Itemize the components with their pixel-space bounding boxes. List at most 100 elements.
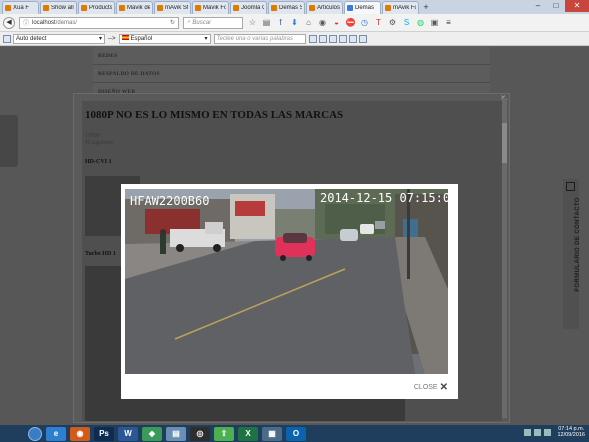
- menu-icon[interactable]: ≡: [443, 17, 454, 28]
- star-icon[interactable]: ☆: [247, 17, 258, 28]
- article-text-line: El siguiente: [85, 140, 114, 146]
- translate-logo-icon: [3, 34, 11, 43]
- image-lightbox: HFAW2200B60 2014-12-15 07:15:06 CLOSE ✕: [121, 184, 458, 399]
- spain-flag-icon: [121, 35, 129, 40]
- tray-volume-icon[interactable]: [534, 428, 542, 436]
- scrollbar-thumb[interactable]: [502, 123, 507, 163]
- close-icon: ✕: [439, 382, 448, 393]
- tab-label: Products: [89, 5, 112, 11]
- close-toolbar-icon[interactable]: [358, 34, 367, 43]
- chat-icon[interactable]: ◉: [317, 17, 328, 28]
- favicon-icon: [5, 5, 11, 11]
- windows-taskbar: e ◉ Ps W ◆ ▤ ◎ ⇧ X ▦ O 07:14 p.m. 12/09/2016: [0, 425, 589, 442]
- photoshop-icon[interactable]: Ps: [94, 426, 114, 441]
- url-path: /demas/: [55, 19, 78, 26]
- gear-icon[interactable]: ⚙: [387, 17, 398, 28]
- chevron-down-icon: ▾: [98, 36, 102, 42]
- favicon-icon: [81, 5, 87, 11]
- browser-tab[interactable]: Mavik For: [192, 1, 229, 14]
- notepad-icon[interactable]: ▤: [166, 426, 186, 441]
- clock-date: 12/09/2016: [557, 432, 585, 438]
- menu-item[interactable]: REDES: [93, 47, 490, 65]
- target-language-value: Español: [130, 36, 153, 42]
- browser-tab[interactable]: Joomla G: [230, 1, 267, 14]
- browser-tab[interactable]: Xua F: [2, 1, 39, 14]
- favicon-icon: [385, 5, 391, 11]
- source-language-select[interactable]: Auto detect ▾: [13, 33, 105, 44]
- reading-list-icon[interactable]: ▤: [261, 17, 272, 28]
- direction-arrow: -->: [108, 35, 116, 42]
- browser-tab[interactable]: Demas: [344, 1, 381, 14]
- osd-timestamp: 2014-12-15 07:15:06: [320, 191, 448, 205]
- upload-icon[interactable]: ⇧: [214, 426, 234, 441]
- new-tab-button[interactable]: +: [420, 2, 432, 14]
- tab-label: Show all: [51, 5, 74, 11]
- tab-label: Xua F: [13, 5, 30, 11]
- whatsapp-icon[interactable]: ◍: [415, 17, 426, 28]
- url-bar[interactable]: ⓘ localhost /demas/ ↻: [19, 16, 179, 29]
- favicon-icon: [309, 5, 315, 11]
- app-icon[interactable]: ◆: [142, 426, 162, 441]
- article-subheading: Turbo HD 1: [85, 251, 116, 257]
- skype-icon[interactable]: S: [401, 17, 412, 28]
- calendar-icon[interactable]: ▦: [262, 426, 282, 441]
- abp-icon[interactable]: ⛔: [345, 17, 356, 28]
- favicon-icon: [157, 5, 163, 11]
- tab-label: mAvik St: [165, 5, 188, 11]
- download-icon[interactable]: ⬇: [289, 17, 300, 28]
- contact-form-tab[interactable]: FORMULARIO DE CONTACTO: [563, 179, 581, 329]
- lightbox-close-button[interactable]: CLOSE ✕: [414, 382, 448, 393]
- maximize-icon[interactable]: □: [547, 0, 565, 12]
- reload-icon[interactable]: ↻: [170, 19, 175, 26]
- browser-tab[interactable]: Articulos: [306, 1, 343, 14]
- tab-label: Mavik del: [127, 5, 150, 11]
- facebook-tab[interactable]: facebook: [0, 115, 18, 199]
- menu-item[interactable]: RESPALDO DE DATOS: [93, 65, 490, 83]
- article-scrollbar[interactable]: [502, 98, 507, 418]
- system-tray: 07:14 p.m. 12/09/2016: [524, 426, 585, 438]
- street-scene-image: HFAW2200B60 2014-12-15 07:15:06: [125, 189, 448, 374]
- translate-page-icon[interactable]: [318, 34, 327, 43]
- info-icon[interactable]: ⓘ: [23, 18, 29, 27]
- speak-icon[interactable]: [328, 34, 337, 43]
- copy-icon[interactable]: [338, 34, 347, 43]
- word-icon[interactable]: W: [118, 426, 138, 441]
- dictionary-icon[interactable]: [308, 34, 317, 43]
- close-window-icon[interactable]: ✕: [565, 0, 589, 12]
- search-input[interactable]: ⌕ Buscar: [183, 16, 243, 29]
- ie-icon[interactable]: e: [46, 426, 66, 441]
- back-button[interactable]: ◀: [3, 16, 15, 29]
- options-icon[interactable]: [348, 34, 357, 43]
- browser-tab[interactable]: mAvik St: [154, 1, 191, 14]
- outlook-icon[interactable]: O: [286, 426, 306, 441]
- translate-input[interactable]: Teclee una o varias palabras: [213, 33, 306, 44]
- system-clock[interactable]: 07:14 p.m. 12/09/2016: [557, 426, 585, 438]
- tray-flag-icon[interactable]: [544, 428, 552, 436]
- browser-tab[interactable]: mAvik Fo: [382, 1, 419, 14]
- start-button[interactable]: [28, 426, 42, 441]
- minimize-icon[interactable]: –: [529, 0, 547, 12]
- screenshot-icon[interactable]: ▣: [429, 17, 440, 28]
- edit-icon: [566, 182, 575, 191]
- tray-network-icon[interactable]: [524, 428, 532, 436]
- pocket-icon[interactable]: ◒: [331, 17, 342, 28]
- firefox-icon[interactable]: ◉: [70, 426, 90, 441]
- browser-tab[interactable]: Mavik del: [116, 1, 153, 14]
- article-text-line: 1080P: [85, 133, 101, 139]
- browser-tab[interactable]: Demas S: [268, 1, 305, 14]
- favicon-icon: [43, 5, 49, 11]
- clock-icon[interactable]: ◷: [359, 17, 370, 28]
- osd-camera-label: HFAW2200B60: [130, 194, 209, 208]
- facebook-icon[interactable]: f: [275, 17, 286, 28]
- chrome-icon[interactable]: ◎: [190, 426, 210, 441]
- translate-icon[interactable]: T: [373, 17, 384, 28]
- excel-icon[interactable]: X: [238, 426, 258, 441]
- tab-label: Demas: [355, 5, 375, 11]
- favicon-icon: [233, 5, 239, 11]
- translate-toolbar: Auto detect ▾ --> Español ▾ Teclee una o…: [0, 32, 589, 46]
- browser-tab[interactable]: Products: [78, 1, 115, 14]
- target-language-select[interactable]: Español ▾: [118, 33, 211, 44]
- browser-tab[interactable]: Show all: [40, 1, 77, 14]
- home-icon[interactable]: ⌂: [303, 17, 314, 28]
- tab-strip: Xua F Show all Products Mavik del mAvik St Ma…: [0, 0, 589, 14]
